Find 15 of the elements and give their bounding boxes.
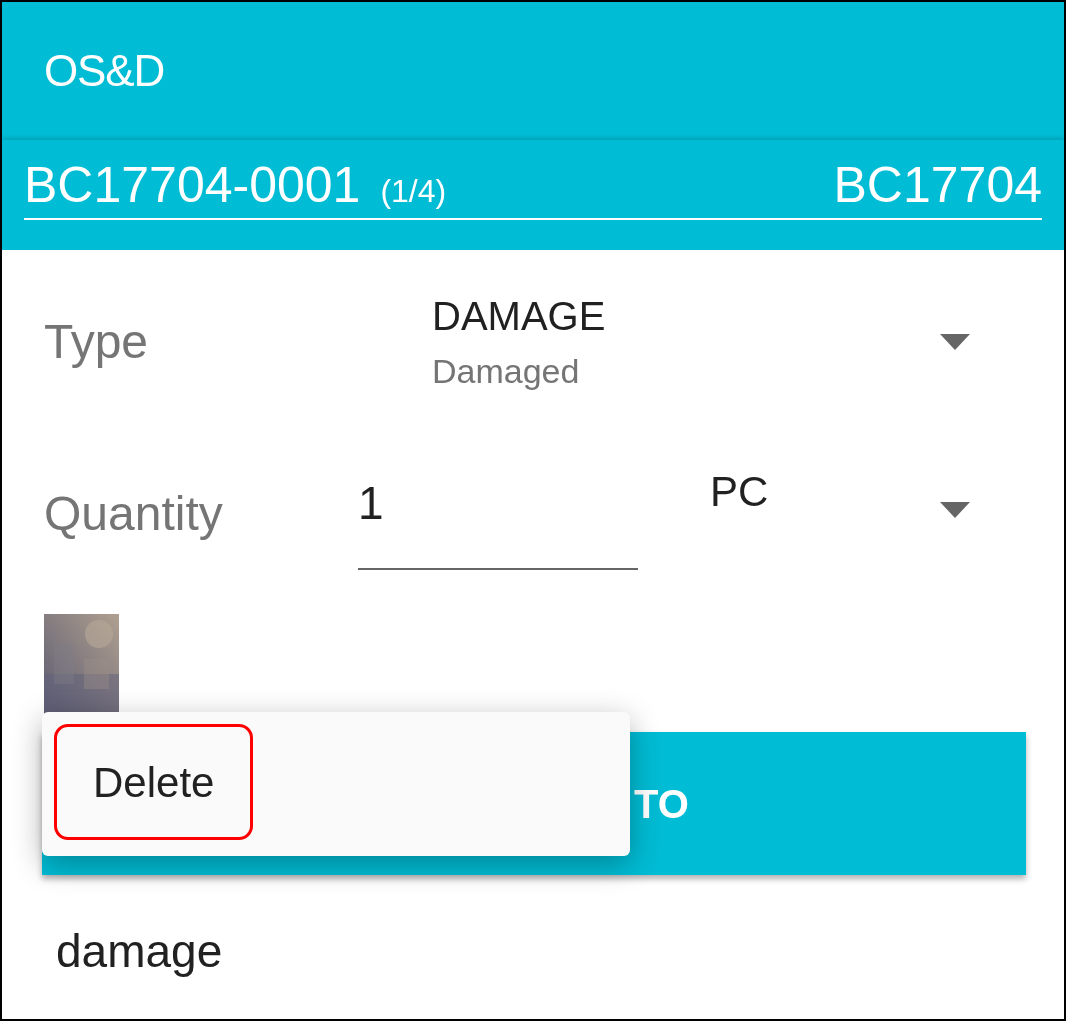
- record-id: BC17704-0001: [24, 160, 361, 210]
- record-position: (1/4): [380, 175, 447, 207]
- note-text: damage: [56, 925, 223, 977]
- quantity-label: Quantity: [44, 486, 224, 542]
- type-dropdown[interactable]: DAMAGE Damaged: [432, 286, 1022, 397]
- type-label: Type: [44, 314, 150, 370]
- dropdown-caret-icon[interactable]: [940, 333, 970, 350]
- dropdown-caret-icon[interactable]: [940, 502, 970, 518]
- type-value: DAMAGE: [432, 293, 606, 340]
- unit-dropdown[interactable]: PC: [710, 438, 1022, 523]
- type-description: Damaged: [432, 351, 581, 392]
- app-title: OS&D: [44, 45, 165, 97]
- quantity-input[interactable]: 1: [358, 438, 638, 570]
- delete-menu-item[interactable]: Delete: [54, 724, 254, 840]
- record-reference: BC17704: [833, 160, 1042, 210]
